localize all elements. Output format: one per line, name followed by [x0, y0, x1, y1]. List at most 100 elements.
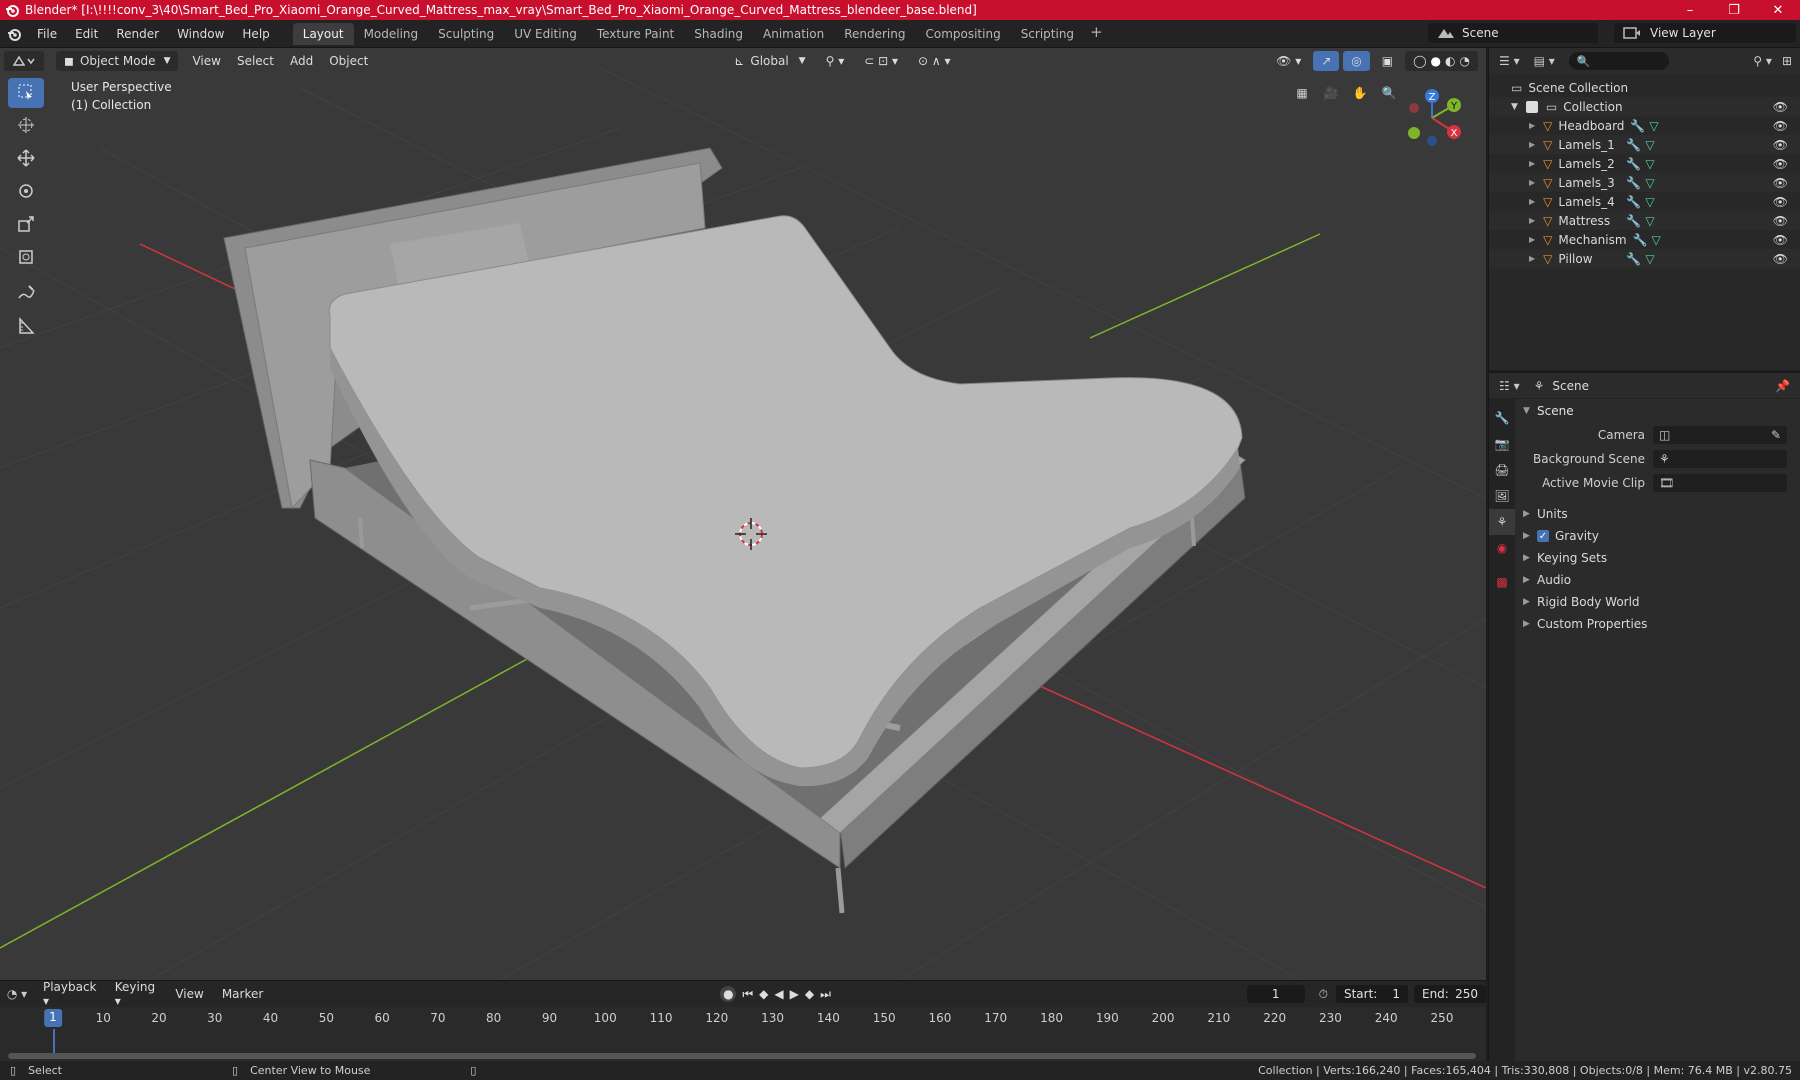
scene-tab-icon[interactable]: ⚘: [1489, 509, 1515, 535]
play-reverse-icon[interactable]: ◀: [774, 987, 783, 1001]
collapsed-arrow-icon[interactable]: ▶: [1529, 216, 1535, 225]
annotate-tool[interactable]: [8, 279, 44, 309]
timeline-editor-type-icon[interactable]: ◔ ▾: [0, 987, 34, 1001]
viewport-menu-object[interactable]: Object: [321, 54, 376, 68]
mesh-data-icon[interactable]: ▽: [1652, 233, 1661, 247]
bed-model[interactable]: [223, 147, 1246, 914]
expand-arrow-icon[interactable]: ▼: [1511, 102, 1518, 112]
render-tab-icon[interactable]: 📷: [1489, 431, 1515, 457]
gravity-panel[interactable]: ▶ ✓ Gravity: [1517, 525, 1800, 547]
collapsed-arrow-icon[interactable]: ▶: [1529, 235, 1535, 244]
menu-edit[interactable]: Edit: [66, 27, 107, 41]
eye-icon[interactable]: 👁: [1773, 233, 1788, 247]
outliner-object-row[interactable]: ▶ ▽ Lamels_3 🔧 ▽ 👁: [1489, 173, 1800, 192]
active-movie-clip-field[interactable]: 🎞: [1653, 474, 1787, 492]
tab-sculpting[interactable]: Sculpting: [428, 23, 504, 45]
eyedropper-icon[interactable]: ✎: [1771, 428, 1781, 442]
eye-icon[interactable]: 👁: [1773, 157, 1788, 171]
material-shading-icon[interactable]: ◐: [1445, 54, 1455, 68]
outliner-editor-type-icon[interactable]: ☰ ▾: [1499, 54, 1520, 68]
mesh-data-icon[interactable]: ▽: [1645, 195, 1654, 209]
object-mode-dropdown[interactable]: ◼ Object Mode ▼: [56, 51, 179, 71]
collapsed-arrow-icon[interactable]: ▶: [1529, 140, 1535, 149]
modifier-wrench-icon[interactable]: 🔧: [1626, 157, 1641, 171]
timeline-track-area[interactable]: [0, 1029, 1486, 1053]
minimize-button[interactable]: –: [1668, 0, 1712, 20]
eye-icon[interactable]: 👁: [1773, 195, 1788, 209]
navigation-gizmo[interactable]: Z Y X: [1408, 89, 1461, 146]
menu-render[interactable]: Render: [107, 27, 168, 41]
gravity-checkbox[interactable]: ✓: [1537, 530, 1549, 542]
menu-file[interactable]: File: [28, 27, 66, 41]
timeline-menu-marker[interactable]: Marker: [213, 987, 272, 1001]
jump-end-icon[interactable]: ⏭: [820, 987, 831, 1002]
add-workspace-button[interactable]: +: [1084, 23, 1109, 45]
visibility-button[interactable]: 👁 ▾: [1268, 51, 1309, 71]
modifier-wrench-icon[interactable]: 🔧: [1626, 138, 1641, 152]
outliner-object-row[interactable]: ▶ ▽ Mechanism 🔧 ▽ 👁: [1489, 230, 1800, 249]
outliner-object-row[interactable]: ▶ ▽ Lamels_1 🔧 ▽ 👁: [1489, 135, 1800, 154]
wireframe-shading-icon[interactable]: ◯: [1413, 54, 1426, 68]
modifier-wrench-icon[interactable]: 🔧: [1626, 252, 1641, 266]
eye-icon[interactable]: 👁: [1773, 100, 1788, 114]
view-layer-selector[interactable]: View Layer: [1614, 23, 1796, 43]
solid-shading-icon[interactable]: ●: [1431, 54, 1441, 68]
tab-modeling[interactable]: Modeling: [354, 23, 429, 45]
collapsed-arrow-icon[interactable]: ▶: [1529, 178, 1535, 187]
play-icon[interactable]: ▶: [790, 987, 799, 1001]
collapsed-arrow-icon[interactable]: ▶: [1529, 121, 1535, 130]
timeline-menu-view[interactable]: View: [166, 987, 212, 1001]
transform-tool[interactable]: [8, 243, 44, 273]
camera-field[interactable]: ◫ ✎: [1653, 426, 1787, 444]
modifier-wrench-icon[interactable]: 🔧: [1626, 214, 1641, 228]
modifier-wrench-icon[interactable]: 🔧: [1633, 233, 1648, 247]
editor-type-button[interactable]: [4, 51, 44, 71]
timeline-editor[interactable]: ◔ ▾ Playback ▾ Keying ▾ View Marker ● ⏮ …: [0, 980, 1486, 1061]
outliner-object-row[interactable]: ▶ ▽ Headboard 🔧 ▽ 👁: [1489, 116, 1800, 135]
rigid-body-world-panel[interactable]: ▶ Rigid Body World: [1517, 591, 1800, 613]
move-tool[interactable]: [8, 144, 44, 174]
start-frame-field[interactable]: Start: 1: [1335, 985, 1408, 1003]
scene-panel-header[interactable]: ▼ Scene: [1517, 399, 1800, 423]
gizmo-toggle-button[interactable]: ↗: [1313, 51, 1340, 71]
current-frame-marker[interactable]: 1: [44, 1009, 62, 1027]
collapsed-arrow-icon[interactable]: ▶: [1529, 197, 1535, 206]
frame-ruler[interactable]: 1 10 20 30 40 50 60 70 80 90 100 110 120 130 140 150 160…: [0, 1009, 1486, 1029]
mesh-data-icon[interactable]: ▽: [1645, 157, 1654, 171]
outliner-search-input[interactable]: 🔍: [1568, 52, 1669, 70]
3d-viewport[interactable]: Z Y X ◼ Object Mode ▼ View Select Add Ob…: [0, 48, 1486, 980]
outliner-object-row[interactable]: ▶ ▽ Lamels_4 🔧 ▽ 👁: [1489, 192, 1800, 211]
rotate-tool[interactable]: [8, 177, 44, 207]
rendered-shading-icon[interactable]: ◔: [1460, 54, 1470, 68]
world-tab-icon[interactable]: ◉: [1489, 535, 1515, 561]
pivot-point-button[interactable]: ⚲ ▾: [818, 51, 853, 71]
outliner-panel[interactable]: ☰ ▾ ▤ ▾ 🔍 ⚲ ▾ ⊞ ▭ Scene Collection ▼ ▭ C…: [1488, 48, 1800, 370]
end-frame-field[interactable]: End: 250: [1413, 985, 1486, 1003]
texture-tab-icon[interactable]: ▩: [1489, 569, 1515, 595]
tab-uv-editing[interactable]: UV Editing: [504, 23, 587, 45]
audio-panel[interactable]: ▶ Audio: [1517, 569, 1800, 591]
stopwatch-icon[interactable]: ⏱: [1319, 987, 1328, 1002]
modifier-wrench-icon[interactable]: 🔧: [1626, 176, 1641, 190]
zoom-magnifier-icon[interactable]: 🔍: [1376, 80, 1402, 106]
tool-tab-icon[interactable]: 🔧: [1489, 405, 1515, 431]
shading-modes[interactable]: ◯ ● ◐ ◔: [1405, 51, 1478, 71]
mesh-data-icon[interactable]: ▽: [1645, 252, 1654, 266]
mesh-data-icon[interactable]: ▽: [1645, 138, 1654, 152]
pan-hand-icon[interactable]: ✋: [1347, 80, 1373, 106]
filter-icon[interactable]: ⚲ ▾: [1753, 54, 1772, 68]
current-frame-field[interactable]: 1: [1246, 985, 1305, 1003]
record-icon[interactable]: ●: [720, 986, 737, 1002]
background-scene-field[interactable]: ⚘: [1653, 450, 1787, 468]
viewport-menu-view[interactable]: View: [184, 54, 228, 68]
next-keyframe-icon[interactable]: ◆: [805, 987, 814, 1001]
collection-checkbox[interactable]: [1525, 100, 1538, 113]
modifier-wrench-icon[interactable]: 🔧: [1630, 119, 1645, 133]
tab-rendering[interactable]: Rendering: [834, 23, 915, 45]
tab-compositing[interactable]: Compositing: [915, 23, 1010, 45]
custom-properties-panel[interactable]: ▶ Custom Properties: [1517, 613, 1800, 635]
tab-layout[interactable]: Layout: [292, 22, 354, 45]
viewport-menu-add[interactable]: Add: [282, 54, 321, 68]
modifier-wrench-icon[interactable]: 🔧: [1626, 195, 1641, 209]
menu-window[interactable]: Window: [168, 27, 233, 41]
